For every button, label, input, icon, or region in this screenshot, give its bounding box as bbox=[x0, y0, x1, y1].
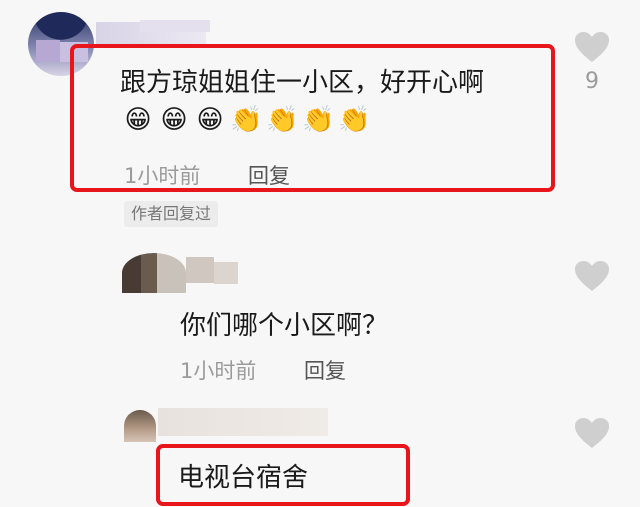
like-button[interactable] bbox=[573, 30, 611, 64]
clap-emoji-icon: 👏 bbox=[266, 105, 299, 135]
comment-text: 你们哪个小区啊？ bbox=[180, 311, 389, 341]
like-button[interactable] bbox=[573, 416, 611, 450]
emoji-row: 😁 😁 😁 👏 👏 👏 👏 bbox=[122, 104, 370, 136]
clap-emoji-icon: 👏 bbox=[338, 105, 371, 135]
heart-outline-icon bbox=[575, 418, 609, 448]
username-blurred[interactable] bbox=[186, 257, 214, 283]
author-replied-badge: 作者回复过 bbox=[124, 201, 219, 227]
avatar-pixel-block bbox=[36, 40, 60, 62]
reply-button[interactable]: 回复 bbox=[248, 160, 290, 190]
username-blurred[interactable] bbox=[158, 408, 328, 436]
heart-outline-icon bbox=[575, 261, 609, 291]
like-button[interactable] bbox=[573, 259, 611, 293]
clap-emoji-icon: 👏 bbox=[230, 105, 263, 135]
username-blurred bbox=[140, 20, 210, 32]
heart-outline-icon bbox=[575, 32, 609, 62]
grin-emoji-icon: 😁 bbox=[160, 105, 188, 135]
grin-emoji-icon: 😁 bbox=[196, 105, 224, 135]
comment-time: 1小时前 bbox=[124, 164, 201, 188]
avatar[interactable] bbox=[124, 410, 156, 442]
comment-time: 1小时前 bbox=[180, 359, 257, 383]
comment-text: 电视台宿舍 bbox=[178, 463, 309, 493]
username-blurred bbox=[214, 262, 238, 284]
avatar[interactable] bbox=[122, 253, 186, 293]
comment-text: 跟方琼姐姐住一小区，好开心啊 bbox=[120, 68, 485, 98]
reply-button[interactable]: 回复 bbox=[304, 355, 346, 385]
grin-emoji-icon: 😁 bbox=[124, 105, 152, 135]
clap-emoji-icon: 👏 bbox=[302, 105, 335, 135]
like-count: 9 bbox=[585, 69, 599, 94]
